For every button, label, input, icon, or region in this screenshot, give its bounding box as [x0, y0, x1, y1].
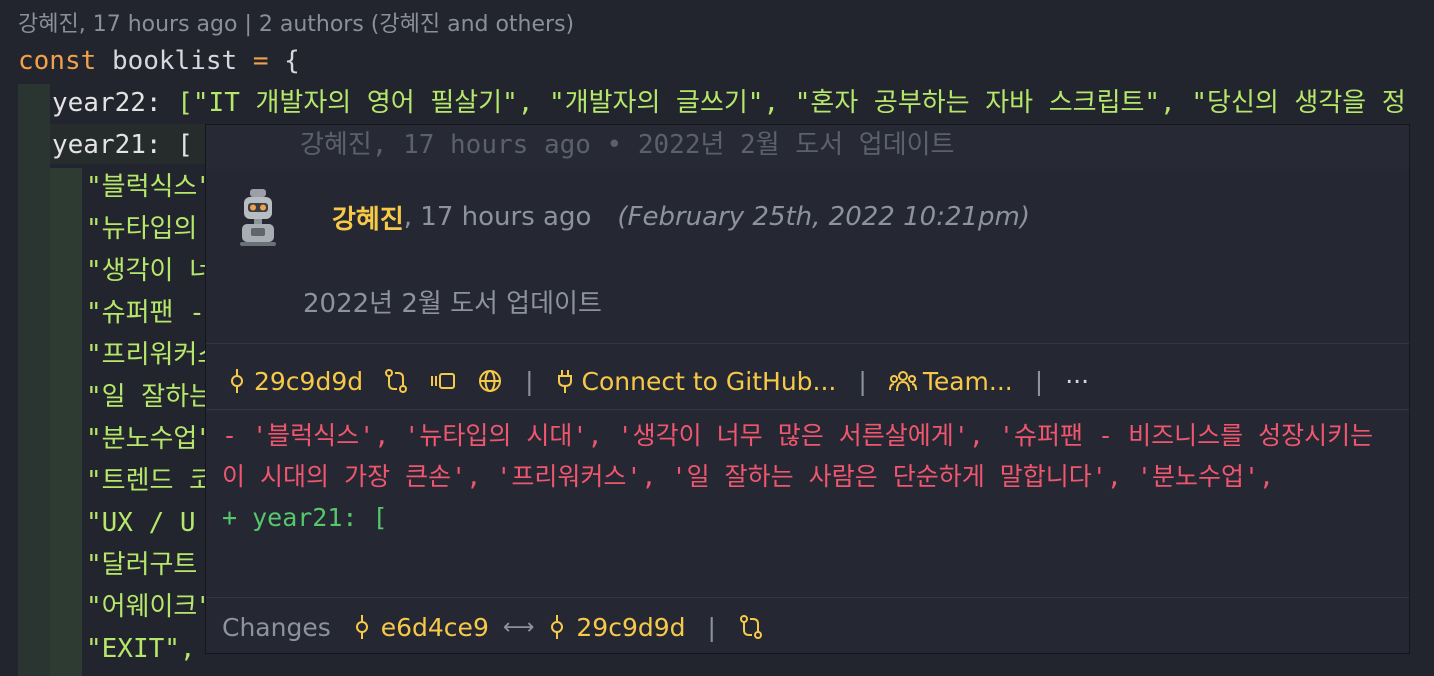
blame-hover-card: 강혜진, 17 hours ago (February 25th, 2022 1…	[205, 124, 1410, 654]
key-year21: year21	[52, 130, 146, 160]
code-item[interactable]: "슈퍼팬 -	[86, 292, 205, 334]
separator: |	[707, 612, 716, 642]
compare-arrow: ⟷	[502, 614, 535, 640]
author-name[interactable]: 강혜진	[332, 199, 404, 236]
commit-sha-link[interactable]: 29c9d9d	[254, 367, 363, 396]
separator: |	[1034, 366, 1044, 396]
diff-added-line: + year21: [	[222, 503, 388, 532]
divider	[206, 343, 1409, 344]
colon: :	[145, 130, 162, 160]
team-link[interactable]: Team...	[923, 367, 1013, 396]
code-item[interactable]: "프리워커스	[86, 334, 221, 376]
code-item[interactable]: "EXIT",	[86, 628, 196, 670]
to-sha-link[interactable]: 29c9d9d	[576, 613, 685, 642]
code-item[interactable]: "생각이 너	[86, 250, 213, 292]
code-line-1[interactable]: const booklist = {	[18, 40, 300, 82]
globe-icon[interactable]	[477, 368, 503, 394]
compare-changes-icon[interactable]	[383, 368, 409, 394]
code-item[interactable]: "분노수업"	[86, 418, 213, 460]
operator-equals: =	[252, 46, 269, 76]
colon: :	[145, 88, 162, 118]
git-commit-icon	[231, 369, 243, 393]
commit-actions-bar: 29c9d9d | Connect to GitHub... | Team...…	[228, 361, 1089, 401]
diff-removed-line: - '블럭식스', '뉴타입의 시대', '생각이 너무 많은 서른살에게', …	[222, 421, 1374, 491]
inline-blame-annotation: 강혜진, 17 hours ago • 2022년 2월 도서 업데이트	[300, 130, 955, 160]
code-item[interactable]: "달러구트	[86, 544, 197, 586]
separator: |	[858, 366, 867, 396]
author-row: 강혜진, 17 hours ago (February 25th, 2022 1…	[236, 187, 1030, 247]
git-commit-icon	[551, 615, 564, 639]
code-item[interactable]: "뉴타입의	[86, 208, 197, 250]
code-line-year21[interactable]: year21: [	[52, 124, 193, 166]
divider	[206, 597, 1409, 598]
commit-date: (February 25th, 2022 10:21pm)	[617, 202, 1031, 232]
codelens-blame[interactable]: 강혜진, 17 hours ago | 2 authors (강혜진 and o…	[18, 6, 574, 38]
changes-label: Changes	[222, 612, 331, 642]
relative-time: , 17 hours ago	[403, 202, 592, 232]
code-item[interactable]: "어웨이크"	[86, 586, 213, 628]
keyword-const: const	[18, 46, 97, 76]
code-item[interactable]: "트렌드 코	[86, 460, 213, 502]
identifier-booklist: booklist	[111, 46, 238, 76]
more-actions-button[interactable]: ···	[1065, 367, 1089, 396]
code-line-year22[interactable]: year22: ["IT 개발자의 영어 필살기", "개발자의 글쓰기", "…	[52, 82, 1406, 124]
plug-icon	[556, 368, 574, 394]
divider	[206, 409, 1409, 410]
connect-github-link[interactable]: Connect to GitHub...	[582, 367, 837, 396]
open-in-editor-icon[interactable]	[429, 369, 457, 393]
separator: |	[525, 366, 534, 396]
git-commit-icon	[355, 615, 368, 639]
from-sha-link[interactable]: e6d4ce9	[381, 613, 489, 642]
team-icon	[888, 368, 917, 394]
diff-preview: - '블럭식스', '뉴타입의 시대', '생각이 너무 많은 서른살에게', …	[222, 415, 1392, 538]
commit-message: 2022년 2월 도서 업데이트	[303, 289, 602, 319]
code-item[interactable]: "블럭식스"	[86, 166, 213, 208]
open-brace: {	[284, 46, 300, 76]
open-bracket: [	[177, 130, 193, 160]
code-item[interactable]: "UX / U	[86, 502, 196, 544]
changes-row: Changes e6d4ce9 ⟷ 29c9d9d |	[222, 607, 764, 647]
robot-avatar-icon	[240, 189, 276, 246]
key-year22: year22	[52, 88, 146, 118]
code-item[interactable]: "일 잘하는	[86, 376, 213, 418]
compare-changes-icon[interactable]	[738, 614, 764, 640]
indent-guide-1	[18, 84, 50, 676]
indent-guide-2	[50, 168, 82, 676]
year22-array: ["IT 개발자의 영어 필살기", "개발자의 글쓰기", "혼자 공부하는 …	[177, 88, 1406, 118]
